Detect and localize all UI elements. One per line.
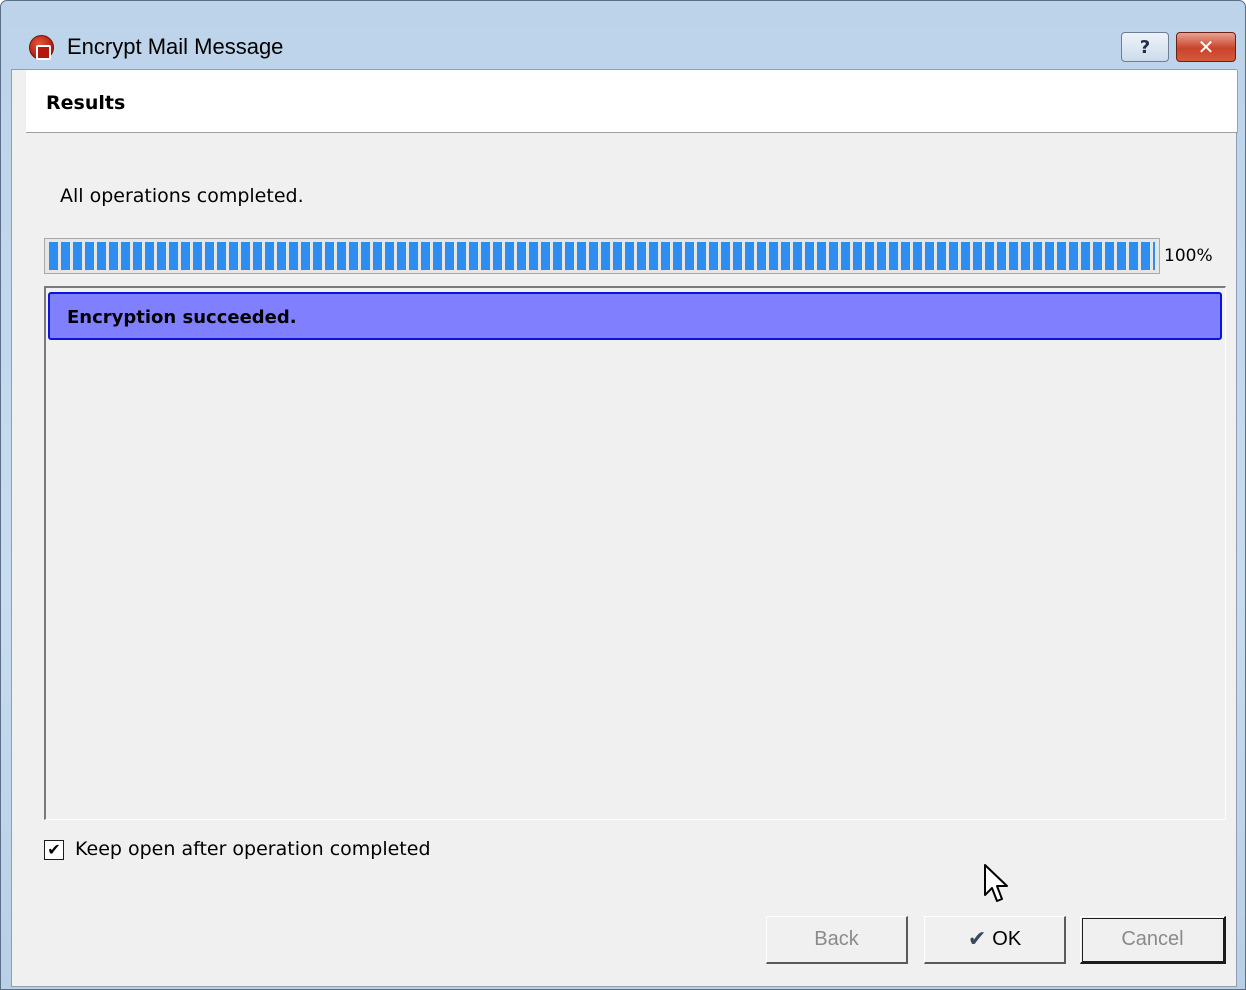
progress-bar xyxy=(44,238,1160,274)
cancel-button[interactable]: Cancel xyxy=(1080,916,1226,964)
window-title: Encrypt Mail Message xyxy=(67,34,284,59)
results-list[interactable]: Encryption succeeded. xyxy=(44,286,1226,820)
encrypt-app-icon xyxy=(29,35,54,60)
status-text: All operations completed. xyxy=(60,185,304,207)
ok-label: OK xyxy=(992,928,1022,950)
encrypt-mail-dialog: Encrypt Mail Message ? ✕ Results All ope… xyxy=(0,0,1246,990)
dialog-body: Results All operations completed. 100% E… xyxy=(11,69,1238,987)
progress-fill xyxy=(49,242,1155,270)
result-message: Encryption succeeded. xyxy=(67,307,297,328)
close-button[interactable]: ✕ xyxy=(1176,32,1236,62)
title-bar[interactable]: Encrypt Mail Message ? ✕ xyxy=(1,1,1245,69)
help-button[interactable]: ? xyxy=(1121,32,1169,62)
keep-open-label[interactable]: Keep open after operation completed xyxy=(75,838,431,860)
checkmark-icon: ✔ xyxy=(967,927,987,952)
ok-button[interactable]: ✔ OK xyxy=(924,916,1066,964)
list-item[interactable]: Encryption succeeded. xyxy=(48,292,1222,340)
progress-percent: 100% xyxy=(1164,246,1213,266)
checkmark-icon: ✔ xyxy=(47,840,61,859)
keep-open-checkbox[interactable]: ✔ xyxy=(44,840,64,860)
page-header: Results xyxy=(26,70,1238,133)
back-button[interactable]: Back xyxy=(766,916,908,964)
page-title: Results xyxy=(46,92,126,114)
